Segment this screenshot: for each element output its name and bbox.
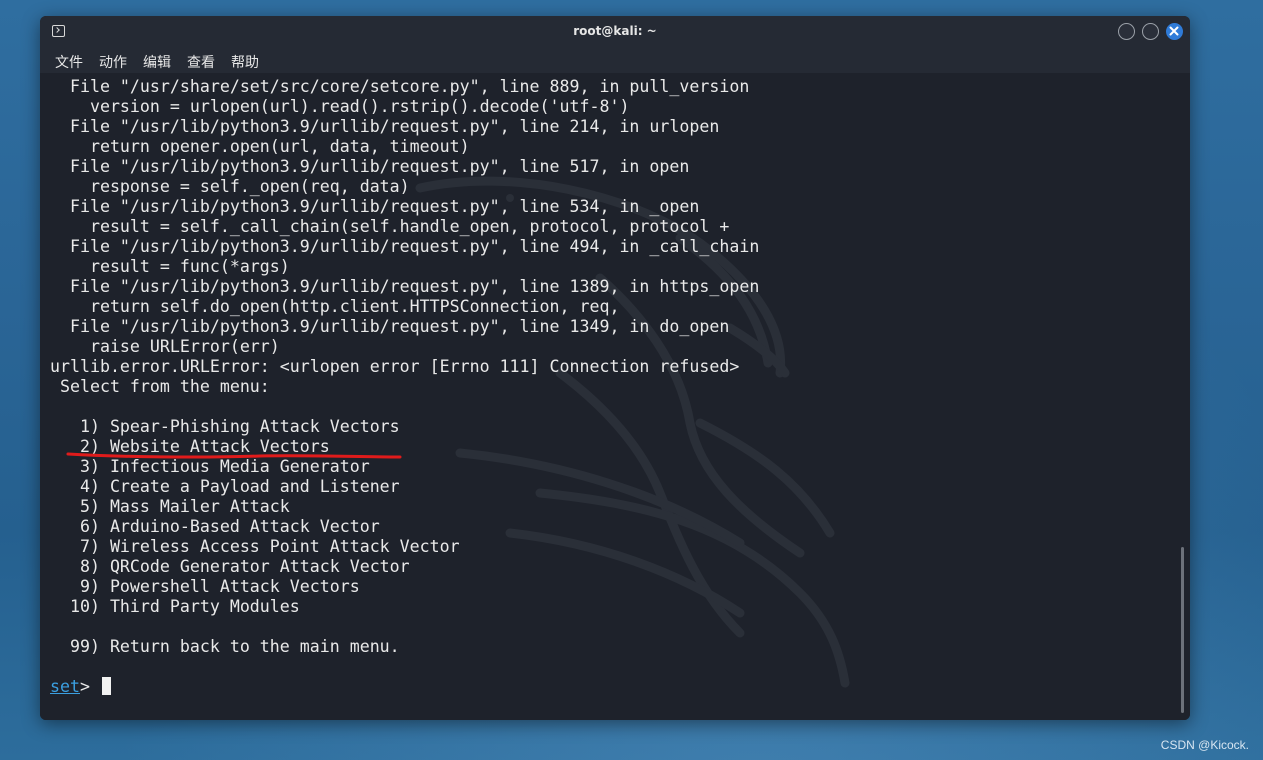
menu-option-10: 10) Third Party Modules bbox=[50, 597, 300, 616]
text-cursor bbox=[101, 677, 111, 695]
prompt-suffix: > bbox=[79, 677, 100, 696]
menu-option-3: 3) Infectious Media Generator bbox=[50, 457, 370, 476]
menu-edit[interactable]: 编辑 bbox=[143, 52, 171, 72]
menu-option-5: 5) Mass Mailer Attack bbox=[50, 497, 290, 516]
command-prompt[interactable]: set> bbox=[50, 677, 759, 697]
menu-option-6: 6) Arduino-Based Attack Vector bbox=[50, 517, 380, 536]
minimize-button[interactable] bbox=[1118, 23, 1135, 40]
terminal-line: raise URLError(err) bbox=[50, 337, 280, 356]
csdn-watermark: CSDN @Kicock. bbox=[1160, 738, 1249, 752]
close-icon bbox=[1169, 26, 1179, 36]
menu-file[interactable]: 文件 bbox=[55, 52, 83, 72]
terminal-line: File "/usr/lib/python3.9/urllib/request.… bbox=[50, 197, 700, 216]
terminal-line: result = self._call_chain(self.handle_op… bbox=[50, 217, 730, 236]
terminal-window: root@kali: ~ 文件 动作 编辑 查看 帮助 File "/usr/s… bbox=[40, 16, 1190, 720]
terminal-line: version = urlopen(url).read().rstrip().d… bbox=[50, 97, 630, 116]
maximize-button[interactable] bbox=[1142, 23, 1159, 40]
terminal-line: urllib.error.URLError: <urlopen error [E… bbox=[50, 357, 740, 376]
terminal-line: File "/usr/share/set/src/core/setcore.py… bbox=[50, 77, 750, 96]
menu-help[interactable]: 帮助 bbox=[231, 52, 259, 72]
terminal-line: File "/usr/lib/python3.9/urllib/request.… bbox=[50, 317, 730, 336]
prompt-name: set bbox=[50, 677, 80, 696]
menu-heading-line: Select from the menu: bbox=[50, 377, 270, 396]
menu-option-2: 2) Website Attack Vectors bbox=[50, 437, 330, 456]
menu-option-8: 8) QRCode Generator Attack Vector bbox=[50, 557, 410, 576]
terminal-line: response = self._open(req, data) bbox=[50, 177, 410, 196]
menu-actions[interactable]: 动作 bbox=[99, 52, 127, 72]
menu-option-1: 1) Spear-Phishing Attack Vectors bbox=[50, 417, 400, 436]
scrollbar-thumb[interactable] bbox=[1181, 547, 1184, 713]
window-title: root@kali: ~ bbox=[573, 24, 657, 38]
menu-option-99: 99) Return back to the main menu. bbox=[50, 637, 400, 656]
menu-option-4: 4) Create a Payload and Listener bbox=[50, 477, 400, 496]
terminal-lines: File "/usr/share/set/src/core/setcore.py… bbox=[50, 77, 759, 697]
menu-bar: 文件 动作 编辑 查看 帮助 bbox=[40, 47, 1190, 73]
terminal-line: File "/usr/lib/python3.9/urllib/request.… bbox=[50, 117, 720, 136]
menu-option-9: 9) Powershell Attack Vectors bbox=[50, 577, 360, 596]
menu-option-7: 7) Wireless Access Point Attack Vector bbox=[50, 537, 460, 556]
terminal-line: File "/usr/lib/python3.9/urllib/request.… bbox=[50, 277, 760, 296]
close-button[interactable] bbox=[1166, 23, 1183, 40]
menu-view[interactable]: 查看 bbox=[187, 52, 215, 72]
terminal-line: File "/usr/lib/python3.9/urllib/request.… bbox=[50, 157, 690, 176]
terminal-line: return opener.open(url, data, timeout) bbox=[50, 137, 470, 156]
terminal-line: result = func(*args) bbox=[50, 257, 290, 276]
terminal-output[interactable]: File "/usr/share/set/src/core/setcore.py… bbox=[40, 73, 1190, 720]
title-bar[interactable]: root@kali: ~ bbox=[40, 16, 1190, 47]
terminal-line: return self.do_open(http.client.HTTPSCon… bbox=[50, 297, 620, 316]
terminal-line: File "/usr/lib/python3.9/urllib/request.… bbox=[50, 237, 760, 256]
